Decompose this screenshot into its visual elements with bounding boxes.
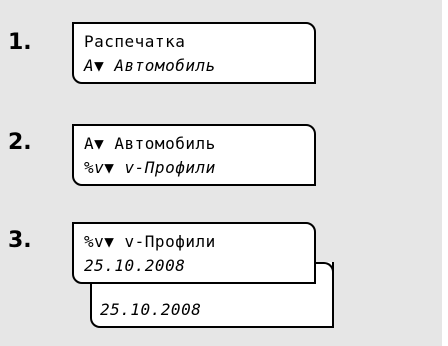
step-1-line-1: Распечатка xyxy=(84,32,186,51)
step-3-line-1: %v▼ v-Профили xyxy=(84,232,216,251)
step-2-display: A▼ Автомобиль %v▼ v-Профили xyxy=(72,124,316,186)
step-1-line-2: A▼ Автомобиль xyxy=(84,56,216,75)
step-3-line-2: 25.10.2008 xyxy=(84,256,186,275)
step-2-line-2: %v▼ v-Профили xyxy=(84,158,216,177)
step-3-number: 3. xyxy=(8,228,32,253)
step-3-secondary-corner xyxy=(314,262,334,282)
step-2-line-1: A▼ Автомобиль xyxy=(84,134,216,153)
step-1-number: 1. xyxy=(8,30,32,55)
step-1-display: Распечатка A▼ Автомобиль xyxy=(72,22,316,84)
step-3-line-3: 25.10.2008 xyxy=(100,300,202,319)
instruction-panel: 1. Распечатка A▼ Автомобиль 2. A▼ Автомо… xyxy=(0,0,442,346)
step-3-display: %v▼ v-Профили 25.10.2008 xyxy=(72,222,316,284)
step-2-number: 2. xyxy=(8,130,32,155)
